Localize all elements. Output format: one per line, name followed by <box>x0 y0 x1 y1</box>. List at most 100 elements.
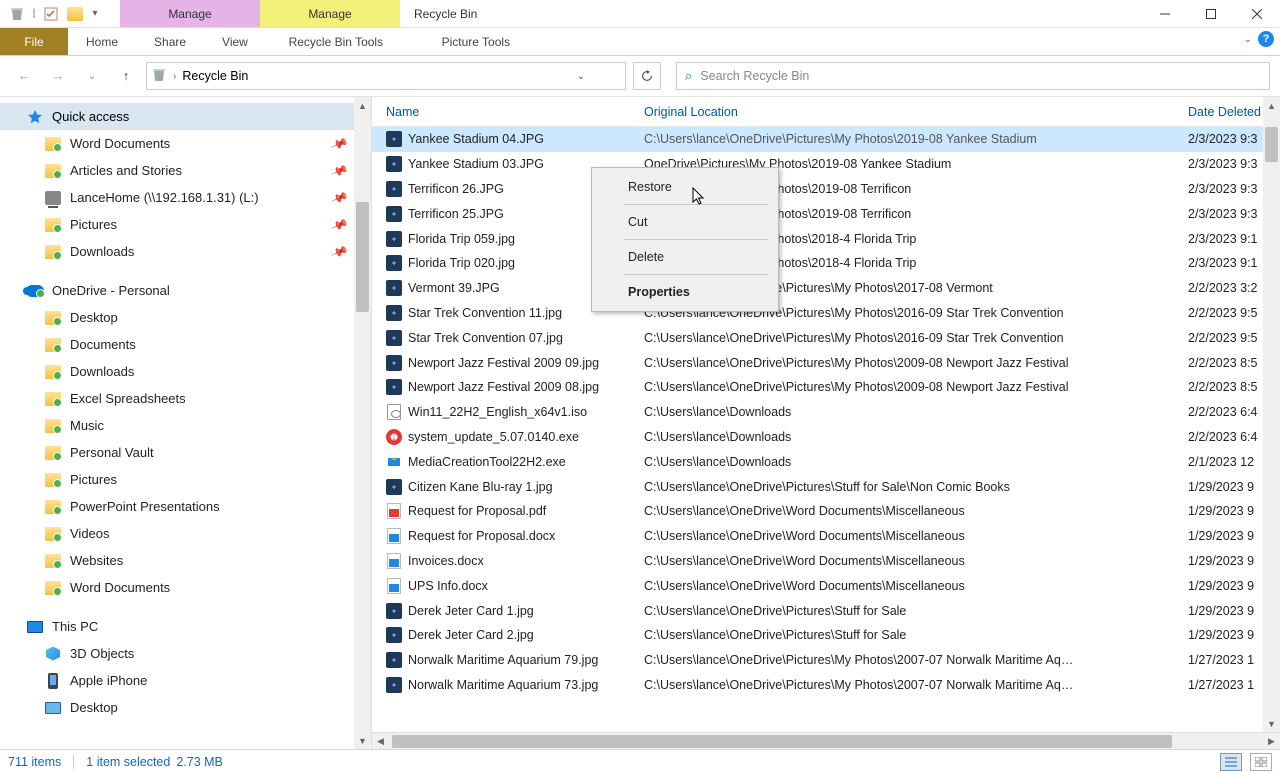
nav-quick-item[interactable]: Word Documents📌 <box>0 130 371 157</box>
file-row[interactable]: Derek Jeter Card 2.jpgC:\Users\lance\One… <box>372 623 1280 648</box>
scroll-left-icon[interactable]: ◀ <box>372 733 389 750</box>
file-row[interactable]: Newport Jazz Festival 2009 09.jpgC:\User… <box>372 350 1280 375</box>
file-row[interactable]: Request for Proposal.docxC:\Users\lance\… <box>372 524 1280 549</box>
ribbon-collapse-icon[interactable]: ⌄ <box>1244 34 1252 45</box>
column-original-location[interactable]: Original Location <box>636 105 1184 119</box>
nav-thispc-item[interactable]: Apple iPhone <box>0 667 371 694</box>
nav-quick-item[interactable]: Articles and Stories📌 <box>0 157 371 184</box>
nav-thispc-item[interactable]: Desktop <box>0 694 371 721</box>
nav-onedrive-item[interactable]: PowerPoint Presentations <box>0 493 371 520</box>
context-restore[interactable]: Restore <box>594 172 776 202</box>
back-button[interactable]: ← <box>10 62 38 90</box>
refresh-button[interactable] <box>633 62 661 90</box>
file-row[interactable]: Win11_22H2_English_x64v1.isoC:\Users\lan… <box>372 400 1280 425</box>
tab-home[interactable]: Home <box>68 28 136 55</box>
horizontal-scrollbar[interactable]: ◀ ▶ <box>372 732 1280 749</box>
help-icon[interactable]: ? <box>1258 31 1274 47</box>
file-row[interactable]: Star Trek Convention 11.jpgC:\Users\lanc… <box>372 301 1280 326</box>
recent-locations-icon[interactable]: ⌄ <box>78 62 106 90</box>
file-row[interactable]: Newport Jazz Festival 2009 08.jpgC:\User… <box>372 375 1280 400</box>
file-row[interactable]: Star Trek Convention 07.jpgC:\Users\lanc… <box>372 325 1280 350</box>
context-cut[interactable]: Cut <box>594 207 776 237</box>
nav-label: PowerPoint Presentations <box>70 499 220 514</box>
navpane-scrollbar[interactable]: ▲ ▼ <box>354 97 371 749</box>
nav-this-pc[interactable]: This PC <box>0 613 371 640</box>
nav-onedrive-item[interactable]: Word Documents <box>0 574 371 601</box>
file-row[interactable]: Terrificon 26.JPGOneDrive\Pictures\My Ph… <box>372 177 1280 202</box>
nav-onedrive-item[interactable]: Music <box>0 412 371 439</box>
minimize-button[interactable] <box>1142 0 1188 28</box>
column-name[interactable]: Name <box>372 105 636 119</box>
address-dropdown-icon[interactable]: ⌄ <box>577 71 585 82</box>
scroll-thumb[interactable] <box>356 202 369 312</box>
context-properties[interactable]: Properties <box>594 277 776 307</box>
scroll-thumb[interactable] <box>392 735 1172 748</box>
tab-picture-tools[interactable]: Picture Tools <box>406 28 546 55</box>
list-scrollbar[interactable]: ▲ ▼ <box>1263 97 1280 732</box>
status-bar: 711 items 1 item selected 2.73 MB <box>0 749 1280 773</box>
nav-onedrive-item[interactable]: Excel Spreadsheets <box>0 385 371 412</box>
file-row[interactable]: Invoices.docxC:\Users\lance\OneDrive\Wor… <box>372 549 1280 574</box>
tab-recycle-bin-tools[interactable]: Recycle Bin Tools <box>266 28 406 55</box>
contextual-tab-picture[interactable]: Manage <box>260 0 400 27</box>
scroll-down-icon[interactable]: ▼ <box>1263 715 1280 732</box>
tab-file[interactable]: File <box>0 28 68 55</box>
navigation-pane[interactable]: Quick access Word Documents📌Articles and… <box>0 97 372 749</box>
view-large-icons-button[interactable] <box>1250 753 1272 771</box>
file-row[interactable]: Norwalk Maritime Aquarium 73.jpgC:\Users… <box>372 673 1280 698</box>
forward-button[interactable]: → <box>44 62 72 90</box>
nav-quick-access[interactable]: Quick access <box>0 103 371 130</box>
recycle-bin-icon[interactable] <box>6 3 28 25</box>
file-row[interactable]: Citizen Kane Blu-ray 1.jpgC:\Users\lance… <box>372 474 1280 499</box>
file-row[interactable]: UPS Info.docxC:\Users\lance\OneDrive\Wor… <box>372 573 1280 598</box>
file-row[interactable]: Florida Trip 020.jpgOneDrive\Pictures\My… <box>372 251 1280 276</box>
file-row[interactable]: Request for Proposal.pdfC:\Users\lance\O… <box>372 499 1280 524</box>
scroll-down-icon[interactable]: ▼ <box>354 732 371 749</box>
nav-thispc-item[interactable]: 3D Objects <box>0 640 371 667</box>
nav-onedrive-item[interactable]: Websites <box>0 547 371 574</box>
tab-view[interactable]: View <box>204 28 266 55</box>
file-row[interactable]: Yankee Stadium 03.JPGOneDrive\Pictures\M… <box>372 152 1280 177</box>
nav-onedrive-item[interactable]: Pictures <box>0 466 371 493</box>
network-drive-icon <box>44 190 62 206</box>
scroll-up-icon[interactable]: ▲ <box>354 97 371 114</box>
contextual-tab-recycle-bin[interactable]: Manage <box>120 0 260 27</box>
file-row[interactable]: Florida Trip 059.jpgOneDrive\Pictures\My… <box>372 226 1280 251</box>
nav-quick-item[interactable]: LanceHome (\\192.168.1.31) (L:)📌 <box>0 184 371 211</box>
file-row[interactable]: Norwalk Maritime Aquarium 79.jpgC:\Users… <box>372 648 1280 673</box>
nav-onedrive-item[interactable]: Personal Vault <box>0 439 371 466</box>
file-row[interactable]: Vermont 39.JPGC:\Users\lance\OneDrive\Pi… <box>372 276 1280 301</box>
nav-quick-item[interactable]: Pictures📌 <box>0 211 371 238</box>
folder-icon[interactable] <box>64 3 86 25</box>
file-row[interactable]: Terrificon 25.JPGOneDrive\Pictures\My Ph… <box>372 201 1280 226</box>
qat-customize-icon[interactable]: ▾ <box>88 3 102 25</box>
nav-onedrive-item[interactable]: Documents <box>0 331 371 358</box>
breadcrumb-chevron-icon[interactable]: › <box>173 71 176 82</box>
scroll-right-icon[interactable]: ▶ <box>1263 733 1280 750</box>
breadcrumb[interactable]: Recycle Bin <box>182 69 248 83</box>
nav-onedrive-item[interactable]: Videos <box>0 520 371 547</box>
close-button[interactable] <box>1234 0 1280 28</box>
nav-onedrive-item[interactable]: Downloads <box>0 358 371 385</box>
properties-icon[interactable] <box>40 3 62 25</box>
address-bar[interactable]: › Recycle Bin ⌄ <box>146 62 626 90</box>
file-original-location: C:\Users\lance\OneDrive\Word Documents\M… <box>636 554 1184 568</box>
file-row[interactable]: Yankee Stadium 04.JPGC:\Users\lance\OneD… <box>372 127 1280 152</box>
nav-onedrive-item[interactable]: Desktop <box>0 304 371 331</box>
view-details-button[interactable] <box>1220 753 1242 771</box>
up-button[interactable]: ↑ <box>112 62 140 90</box>
nav-onedrive[interactable]: OneDrive - Personal <box>0 277 371 304</box>
file-row[interactable]: Derek Jeter Card 1.jpgC:\Users\lance\One… <box>372 598 1280 623</box>
maximize-button[interactable] <box>1188 0 1234 28</box>
folder-icon <box>44 391 62 407</box>
search-input[interactable]: ⌕ Search Recycle Bin <box>676 62 1270 90</box>
file-row[interactable]: MediaCreationTool22H2.exeC:\Users\lance\… <box>372 449 1280 474</box>
tab-share[interactable]: Share <box>136 28 204 55</box>
context-delete[interactable]: Delete <box>594 242 776 272</box>
file-row[interactable]: system_update_5.07.0140.exeC:\Users\lanc… <box>372 425 1280 450</box>
search-placeholder: Search Recycle Bin <box>700 69 809 83</box>
file-name: system_update_5.07.0140.exe <box>408 430 579 444</box>
scroll-thumb[interactable] <box>1265 127 1278 162</box>
nav-quick-item[interactable]: Downloads📌 <box>0 238 371 265</box>
scroll-up-icon[interactable]: ▲ <box>1263 97 1280 114</box>
